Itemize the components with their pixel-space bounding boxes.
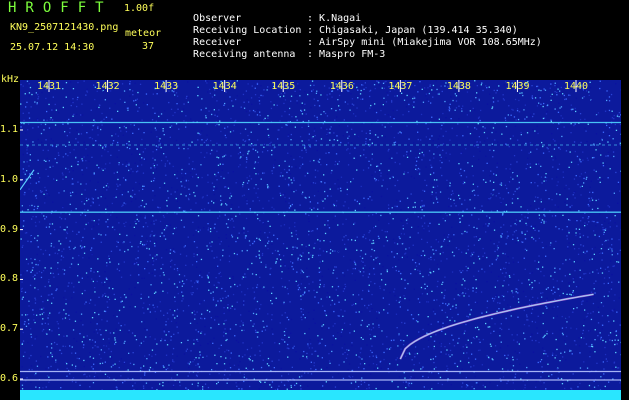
x-tick-label: 1432 [95,81,120,92]
y-tick-label: 0.9 [0,223,19,235]
info-value: Maspro FM-3 [319,49,386,60]
y-tick-label: 0.6 [0,373,19,384]
x-tick-label: 1434 [212,81,237,92]
y-tick-label: 0.7 [0,323,19,335]
bottom-band [20,390,621,400]
x-tick-label: 1435 [271,81,296,92]
y-axis-unit: kHz [1,74,20,85]
meteor-count-label: meteor [125,28,162,39]
version-label: 1.00f [124,3,155,14]
app-title: HROFFT [8,0,113,16]
timestamp: 25.07.12 14:30 [10,42,95,53]
x-tick-label: 1431 [37,81,62,92]
y-tick-label: 1.1 [0,124,19,135]
spectrogram [20,80,621,400]
info-label: Receiving antenna [193,49,296,60]
x-tick-label: 1439 [505,81,530,92]
meteor-count-value: 37 [142,41,155,52]
x-tick-label: 1438 [446,81,471,92]
info-row-antenna: Receiving antenna: Maspro FM-3 [193,49,386,60]
x-tick-label: 1433 [154,81,179,92]
spectrogram-background [20,80,621,400]
x-tick-label: 1440 [564,81,589,92]
file-name: KN9_2507121430.png [10,22,119,33]
x-tick-label: 1436 [329,81,354,92]
y-tick-label: 0.8 [0,273,19,285]
y-tick-label: 1.0 [0,173,19,185]
x-tick-label: 1437 [388,81,413,92]
